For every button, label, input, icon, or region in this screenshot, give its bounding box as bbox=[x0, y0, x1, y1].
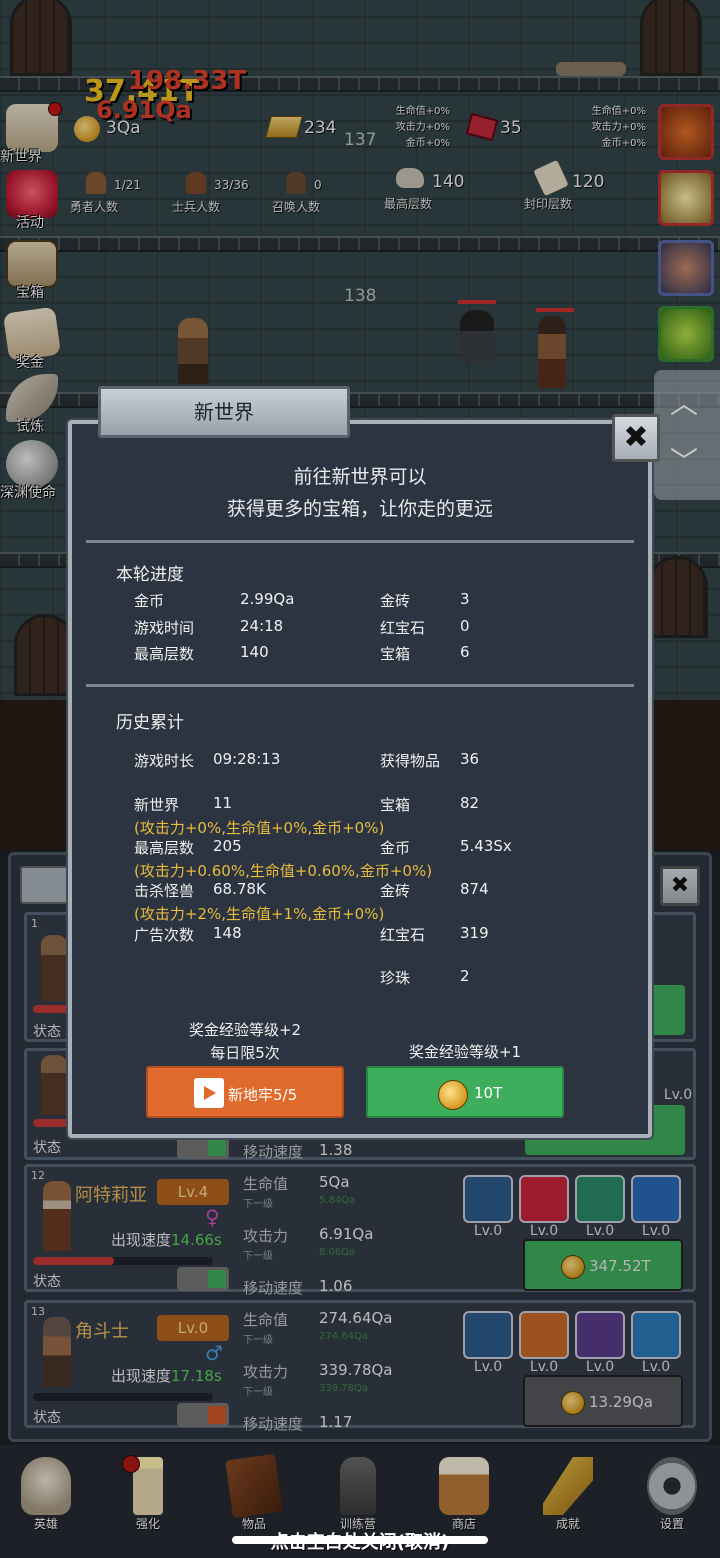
dialog-intro-line1: 前往新世界可以 bbox=[293, 466, 427, 488]
dialog-title: 新世界 bbox=[98, 386, 350, 438]
close-icon[interactable]: ✖ bbox=[612, 414, 660, 462]
divider bbox=[86, 684, 634, 687]
stat-value: 09:28:13 bbox=[213, 750, 281, 768]
stat-label: 金币 bbox=[380, 839, 411, 857]
daily-limit-note: 每日限5次 bbox=[210, 1044, 280, 1062]
stat-value: 5.43Sx bbox=[460, 837, 512, 855]
stat-label: 红宝石 bbox=[380, 926, 426, 944]
stat-label: 最高层数 bbox=[134, 645, 195, 663]
stat-value: 24:18 bbox=[240, 617, 284, 635]
stat-value: 11 bbox=[213, 794, 233, 812]
stat-label: 珍珠 bbox=[380, 969, 411, 987]
gold-coin-icon bbox=[438, 1080, 468, 1110]
stat-label: 游戏时间 bbox=[134, 619, 195, 637]
stat-label: 金币 bbox=[134, 592, 165, 610]
reward-note: 奖金经验等级+2 bbox=[188, 1021, 302, 1039]
new-dungeon-gold-button[interactable]: 10T bbox=[366, 1066, 564, 1118]
stat-value: 205 bbox=[213, 837, 242, 855]
bonus-text: (攻击力+0%,生命值+0%,金币+0%) bbox=[134, 819, 385, 837]
stat-label: 新世界 bbox=[134, 796, 180, 814]
dialog-intro-line2: 获得更多的宝箱，让你走的更远 bbox=[226, 498, 493, 520]
button-label: 新地牢5/5 bbox=[228, 1086, 298, 1104]
section-title-round: 本轮进度 bbox=[116, 565, 184, 585]
stat-label: 广告次数 bbox=[134, 926, 195, 944]
button-label: 10T bbox=[474, 1084, 503, 1102]
stat-label: 宝箱 bbox=[380, 645, 411, 663]
section-title-history: 历史累计 bbox=[116, 713, 184, 733]
bonus-text: (攻击力+0.60%,生命值+0.60%,金币+0%) bbox=[134, 862, 433, 880]
stat-label: 击杀怪兽 bbox=[134, 882, 195, 900]
stat-label: 红宝石 bbox=[380, 619, 426, 637]
stat-value: 3 bbox=[460, 590, 470, 608]
video-play-icon bbox=[194, 1078, 224, 1108]
stat-value: 140 bbox=[240, 643, 269, 661]
home-indicator[interactable] bbox=[232, 1536, 488, 1544]
stat-value: 874 bbox=[460, 880, 489, 898]
bonus-text: (攻击力+2%,生命值+1%,金币+0%) bbox=[134, 905, 385, 923]
stat-label: 金砖 bbox=[380, 592, 411, 610]
stat-value: 0 bbox=[460, 617, 470, 635]
stat-value: 82 bbox=[460, 794, 480, 812]
stat-label: 游戏时长 bbox=[134, 752, 195, 770]
stat-value: 68.78K bbox=[213, 880, 266, 898]
divider bbox=[86, 540, 634, 543]
stat-value: 2 bbox=[460, 967, 470, 985]
stat-value: 319 bbox=[460, 924, 489, 942]
stat-value: 2.99Qa bbox=[240, 590, 295, 608]
stat-value: 6 bbox=[460, 643, 470, 661]
stat-label: 获得物品 bbox=[380, 752, 441, 770]
new-dungeon-ad-button[interactable]: 新地牢5/5 bbox=[146, 1066, 344, 1118]
stat-label: 最高层数 bbox=[134, 839, 195, 857]
stat-label: 金砖 bbox=[380, 882, 411, 900]
stat-value: 148 bbox=[213, 924, 242, 942]
reward-note: 奖金经验等级+1 bbox=[408, 1043, 522, 1061]
stat-label: 宝箱 bbox=[380, 796, 411, 814]
stat-value: 36 bbox=[460, 750, 480, 768]
